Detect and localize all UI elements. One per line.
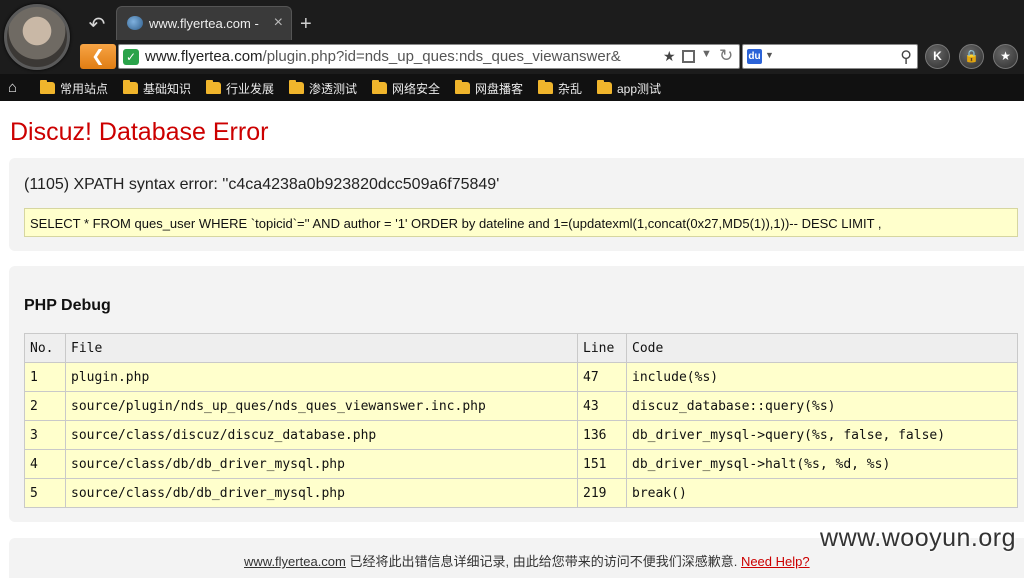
bookmarks-bar: ⌂ 常用站点 基础知识 行业发展 渗透测试 网络安全 网盘播客 杂乱 app测试	[0, 74, 1024, 101]
table-row: 4 source/class/db/db_driver_mysql.php 15…	[24, 449, 1018, 479]
bookmark-folder[interactable]: app测试	[597, 80, 661, 97]
site-favicon-icon	[127, 16, 143, 30]
bookmark-folder[interactable]: 渗透测试	[289, 80, 357, 97]
search-engine-icon[interactable]: du	[747, 49, 762, 64]
cell-file: source/class/db/db_driver_mysql.php	[65, 449, 578, 479]
browser-tab[interactable]: www.flyertea.com - ×	[116, 6, 292, 40]
cell-file: source/class/db/db_driver_mysql.php	[65, 478, 578, 508]
cell-line: 219	[577, 478, 627, 508]
cell-code: include(%s)	[626, 362, 1018, 392]
search-bar[interactable]: du ▼ ⚲	[742, 44, 918, 69]
error-message: (1105) XPATH syntax error: ''c4ca4238a0b…	[24, 176, 500, 193]
page-title: Discuz! Database Error	[10, 118, 269, 146]
table-row: 5 source/class/db/db_driver_mysql.php 21…	[24, 478, 1018, 508]
cell-no: 2	[24, 391, 66, 421]
watermark: www.wooyun.org	[820, 524, 1016, 552]
cell-no: 4	[24, 449, 66, 479]
cell-code: break()	[626, 478, 1018, 508]
tab-title: www.flyertea.com -	[149, 16, 259, 31]
table-row: 3 source/class/discuz/discuz_database.ph…	[24, 420, 1018, 450]
k-button[interactable]: K	[925, 44, 950, 69]
search-icon[interactable]: ⚲	[900, 47, 912, 67]
bookmark-folder[interactable]: 杂乱	[538, 80, 582, 97]
table-row: 2 source/plugin/nds_up_ques/nds_ques_vie…	[24, 391, 1018, 421]
browser-chrome: ↶ www.flyertea.com - × + ❮ ✓ www.flyerte…	[0, 0, 1024, 101]
bookmark-folder[interactable]: 网络安全	[372, 80, 440, 97]
url-path: /plugin.php?id=nds_up_ques:nds_ques_view…	[262, 48, 621, 65]
cell-line: 47	[577, 362, 627, 392]
folder-icon	[538, 80, 553, 94]
reload-icon[interactable]: ↻	[719, 46, 733, 66]
bookmark-folder[interactable]: 常用站点	[40, 80, 108, 97]
folder-icon	[597, 80, 612, 94]
page-content: Discuz! Database Error (1105) XPATH synt…	[0, 101, 1024, 578]
folder-icon	[289, 80, 304, 94]
qr-code-icon[interactable]	[682, 50, 695, 63]
column-header: No.	[24, 333, 66, 363]
cell-file: source/plugin/nds_up_ques/nds_ques_viewa…	[65, 391, 578, 421]
cell-no: 1	[24, 362, 66, 392]
url-host: www.flyertea.com	[145, 48, 263, 65]
back-button[interactable]: ❮	[80, 44, 116, 69]
undo-close-tab-icon[interactable]: ↶	[84, 12, 110, 38]
folder-icon	[206, 80, 221, 94]
cell-no: 3	[24, 420, 66, 450]
folder-icon	[123, 80, 138, 94]
folder-icon	[455, 80, 470, 94]
star-icon[interactable]: ★	[993, 44, 1018, 69]
url-input[interactable]: www.flyertea.com/plugin.php?id=nds_up_qu…	[145, 48, 675, 65]
new-tab-button[interactable]: +	[300, 12, 312, 36]
folder-icon	[372, 80, 387, 94]
cell-line: 43	[577, 391, 627, 421]
debug-panel: PHP Debug No. File Line Code 1 plugin.ph…	[9, 266, 1024, 522]
home-icon[interactable]: ⌂	[8, 79, 17, 96]
url-dropdown-icon[interactable]: ▼	[701, 48, 712, 60]
bookmark-folder[interactable]: 网盘播客	[455, 80, 523, 97]
cell-file: plugin.php	[65, 362, 578, 392]
column-header: Line	[577, 333, 627, 363]
table-row: 1 plugin.php 47 include(%s)	[24, 362, 1018, 392]
cell-code: discuz_database::query(%s)	[626, 391, 1018, 421]
bookmark-folder[interactable]: 基础知识	[123, 80, 191, 97]
footer-text: www.flyertea.com 已经将此出错信息详细记录, 由此给您带来的访问…	[244, 551, 810, 570]
cell-line: 151	[577, 449, 627, 479]
debug-title: PHP Debug	[24, 297, 111, 314]
table-header-row: No. File Line Code	[24, 333, 1018, 363]
user-avatar[interactable]	[4, 4, 70, 70]
column-header: File	[65, 333, 578, 363]
lock-icon[interactable]: 🔒	[959, 44, 984, 69]
address-bar[interactable]: ✓ www.flyertea.com/plugin.php?id=nds_up_…	[118, 44, 740, 69]
debug-table: No. File Line Code 1 plugin.php 47 inclu…	[24, 333, 1018, 508]
bookmark-star-icon[interactable]: ★	[663, 48, 676, 65]
tab-close-icon[interactable]: ×	[274, 14, 283, 32]
check-shield-icon: ✓	[123, 49, 139, 65]
search-engine-dropdown-icon[interactable]: ▼	[765, 50, 774, 60]
cell-code: db_driver_mysql->query(%s, false, false)	[626, 420, 1018, 450]
error-panel: (1105) XPATH syntax error: ''c4ca4238a0b…	[9, 158, 1024, 251]
cell-code: db_driver_mysql->halt(%s, %d, %s)	[626, 449, 1018, 479]
sql-query-box: SELECT * FROM ques_user WHERE `topicid`=…	[24, 208, 1018, 237]
bookmark-folder[interactable]: 行业发展	[206, 80, 274, 97]
folder-icon	[40, 80, 55, 94]
column-header: Code	[626, 333, 1018, 363]
cell-no: 5	[24, 478, 66, 508]
sql-query: SELECT * FROM ques_user WHERE `topicid`=…	[30, 216, 882, 231]
cell-file: source/class/discuz/discuz_database.php	[65, 420, 578, 450]
cell-line: 136	[577, 420, 627, 450]
